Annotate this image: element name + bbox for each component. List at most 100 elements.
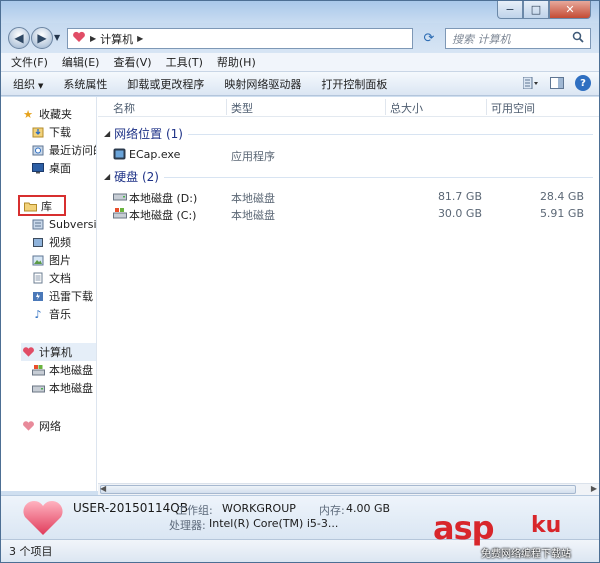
sidebar-item-computer[interactable]: 计算机 [21, 343, 96, 361]
scroll-left-arrow-icon[interactable]: ◀ [100, 484, 106, 493]
uninstall-program-button[interactable]: 卸载或更改程序 [127, 76, 204, 92]
menu-help[interactable]: 帮助(H) [217, 54, 256, 70]
back-arrow-icon: ◀ [14, 31, 24, 45]
sidebar-item-label: 迅雷下载 [49, 290, 93, 303]
help-icon[interactable]: ? [575, 75, 591, 91]
file-list[interactable]: 名称 类型 总大小 可用空间 ◢ 网络位置 (1) ECap.exe 应用程序 [98, 97, 599, 491]
column-divider[interactable] [486, 99, 487, 115]
collapse-icon[interactable]: ◢ [104, 172, 110, 181]
column-divider[interactable] [385, 99, 386, 115]
sidebar-item-label: 视频 [49, 236, 71, 249]
explorer-window: − □ ✕ ◀ ▶ ▼ ▶ 计算机 ▶ ⟳ 搜索 计算机 文件(F) 编辑(E)… [0, 0, 600, 563]
minimize-button[interactable]: − [497, 1, 523, 19]
forward-arrow-icon: ▶ [37, 31, 47, 45]
chevron-right-icon[interactable]: ▶ [90, 34, 96, 43]
processor-value: Intel(R) Core(TM) i5-3... [209, 517, 339, 530]
forward-button[interactable]: ▶ [31, 27, 53, 49]
item-name: 本地磁盘 (C:) [129, 209, 197, 222]
preview-pane-button[interactable] [549, 76, 565, 90]
sidebar-item-label: 音乐 [49, 308, 71, 321]
scroll-right-arrow-icon[interactable]: ▶ [591, 484, 597, 493]
menu-bar: 文件(F) 编辑(E) 查看(V) 工具(T) 帮助(H) [1, 53, 599, 72]
scrollbar-thumb[interactable] [100, 485, 576, 494]
navigation-pane[interactable]: ★ 收藏夹 下载 最近访问的 桌面 [1, 97, 97, 491]
group-divider [164, 177, 593, 178]
sidebar-item-documents[interactable]: 文档 [31, 269, 96, 287]
sidebar-item-disk-d[interactable]: 本地磁盘 (D [31, 379, 96, 397]
menu-edit[interactable]: 编辑(E) [62, 54, 100, 70]
sidebar-item-label: 计算机 [39, 346, 72, 359]
breadcrumb-computer[interactable]: 计算机 [100, 31, 133, 47]
sidebar-item-pictures[interactable]: 图片 [31, 251, 96, 269]
column-divider[interactable] [226, 99, 227, 115]
group-title: 硬盘 (2) [114, 169, 159, 184]
menu-view[interactable]: 查看(V) [113, 54, 151, 70]
memory-label: 内存: [319, 504, 345, 517]
menu-tools[interactable]: 工具(T) [166, 54, 203, 70]
collapse-icon[interactable]: ◢ [104, 129, 110, 138]
title-bar[interactable]: − □ ✕ [1, 1, 599, 23]
sidebar-item-desktop[interactable]: 桌面 [31, 159, 96, 177]
watermark-brand: asp [433, 509, 495, 547]
back-button[interactable]: ◀ [8, 27, 30, 49]
list-item[interactable]: 本地磁盘 (D:) 本地磁盘 81.7 GB 28.4 GB [98, 188, 599, 205]
sidebar-item-label: Subversion [49, 217, 97, 231]
sidebar-item-videos[interactable]: 视频 [31, 233, 96, 251]
sidebar-item-recent[interactable]: 最近访问的 [31, 141, 96, 159]
recent-pages-dropdown[interactable]: ▼ [54, 33, 60, 42]
close-button[interactable]: ✕ [549, 1, 591, 19]
column-header: 名称 类型 总大小 可用空间 [98, 97, 599, 117]
sidebar-item-library[interactable]: 库 [23, 197, 96, 215]
search-icon[interactable] [572, 31, 584, 46]
command-bar: 组织 ▼ 系统属性 卸载或更改程序 映射网络驱动器 打开控制面板 ? [1, 72, 599, 96]
map-network-drive-button[interactable]: 映射网络驱动器 [224, 76, 301, 92]
group-network-locations[interactable]: ◢ 网络位置 (1) [104, 124, 183, 142]
change-view-button[interactable] [523, 76, 539, 90]
navigation-bar: ◀ ▶ ▼ ▶ 计算机 ▶ ⟳ 搜索 计算机 [1, 23, 599, 53]
sidebar-item-label: 最近访问的 [49, 144, 96, 157]
sidebar-item-favorites[interactable]: ★ 收藏夹 [21, 105, 96, 123]
sidebar-item-label: 文档 [49, 272, 71, 285]
column-name[interactable]: 名称 [113, 100, 135, 116]
item-type: 本地磁盘 [231, 192, 275, 205]
sidebar-item-music[interactable]: ♪ 音乐 [31, 305, 96, 323]
library-icon [23, 199, 37, 213]
sidebar-item-thunder[interactable]: 迅雷下载 [31, 287, 96, 305]
item-free-space: 28.4 GB [539, 190, 584, 203]
application-icon [113, 148, 126, 160]
group-hard-disks[interactable]: ◢ 硬盘 (2) [104, 167, 159, 185]
menu-file[interactable]: 文件(F) [11, 54, 48, 70]
system-properties-button[interactable]: 系统属性 [63, 76, 107, 92]
refresh-icon: ⟳ [423, 31, 435, 46]
column-free-space[interactable]: 可用空间 [491, 100, 535, 116]
sidebar-item-downloads[interactable]: 下载 [31, 123, 96, 141]
sidebar-item-label: 库 [41, 200, 52, 213]
music-icon: ♪ [34, 307, 42, 321]
list-item[interactable]: ECap.exe 应用程序 [98, 146, 599, 163]
sidebar-item-subversion[interactable]: Subversion [31, 215, 97, 233]
list-item[interactable]: 本地磁盘 (C:) 本地磁盘 30.0 GB 5.91 GB [98, 205, 599, 222]
item-type: 应用程序 [231, 150, 275, 163]
pictures-icon [31, 253, 45, 267]
watermark-brand-2: ku [531, 513, 562, 538]
column-type[interactable]: 类型 [231, 100, 253, 116]
watermark-logo: asp ku 免费网络编程下载站 [433, 509, 600, 563]
download-folder-icon [31, 125, 45, 139]
search-input[interactable]: 搜索 计算机 [445, 28, 591, 49]
refresh-button[interactable]: ⟳ [417, 28, 441, 49]
maximize-button[interactable]: □ [523, 1, 549, 19]
horizontal-scrollbar[interactable]: ◀ ▶ [98, 483, 599, 495]
chevron-right-icon[interactable]: ▶ [137, 34, 143, 43]
sidebar-item-network[interactable]: 网络 [21, 417, 96, 435]
recent-places-icon [31, 143, 45, 157]
chevron-down-icon: ▼ [38, 81, 44, 90]
workgroup-value: WORKGROUP [222, 502, 296, 515]
sidebar-item-label: 下载 [49, 126, 71, 139]
open-control-panel-button[interactable]: 打开控制面板 [321, 76, 387, 92]
address-bar[interactable]: ▶ 计算机 ▶ [67, 28, 413, 49]
column-total-size[interactable]: 总大小 [390, 100, 423, 116]
organize-button[interactable]: 组织 ▼ [13, 76, 43, 92]
star-icon: ★ [23, 107, 33, 121]
computer-name: USER-20150114QB [73, 501, 188, 515]
sidebar-item-disk-c[interactable]: 本地磁盘 (C [31, 361, 96, 379]
